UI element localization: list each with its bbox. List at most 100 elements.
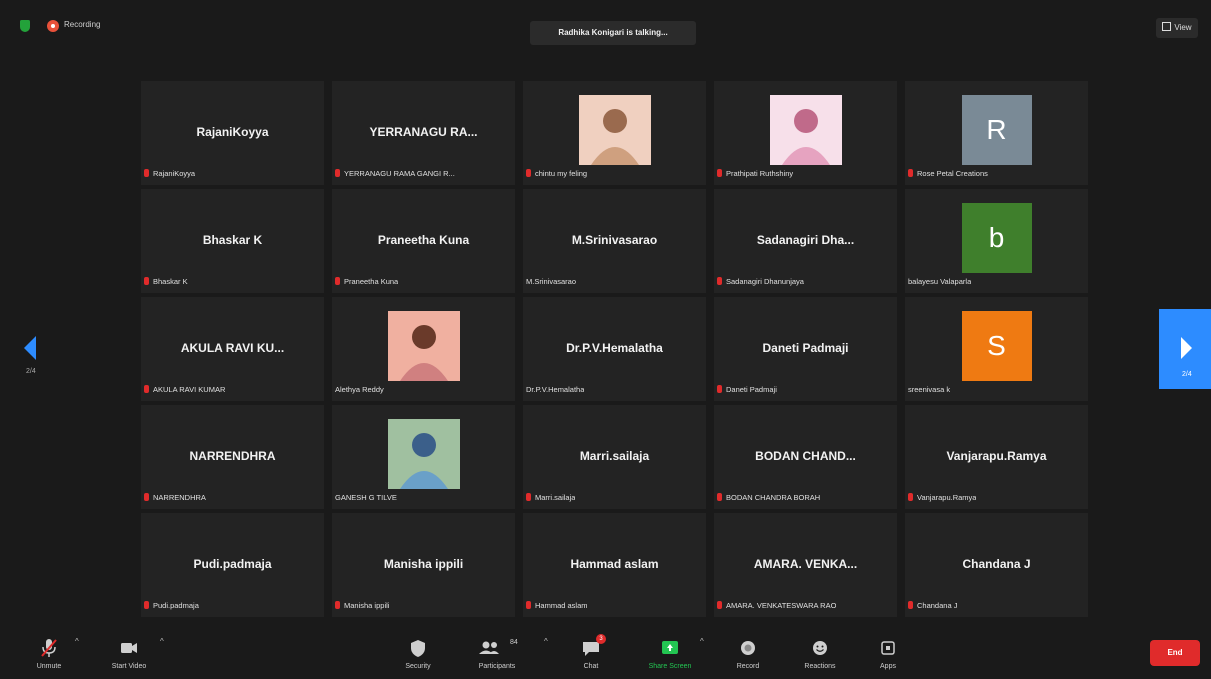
participant-tile[interactable]: Ssreenivasa k <box>905 297 1088 401</box>
apps-label: Apps <box>880 663 896 670</box>
participant-display-name: Chandana J <box>962 557 1031 571</box>
participant-tile[interactable]: Marri.sailaja Marri.sailaja <box>523 405 706 509</box>
mic-muted-icon <box>144 385 149 393</box>
view-button[interactable]: View <box>1156 18 1198 38</box>
participant-tile[interactable]: Chandana J Chandana J <box>905 513 1088 617</box>
participant-display-name: Hammad aslam <box>570 557 659 571</box>
audio-options-caret[interactable]: ^ <box>75 637 79 646</box>
shield-icon <box>383 637 453 659</box>
recording-label: Recording <box>64 20 101 29</box>
next-page-button[interactable]: 2/4 <box>1159 309 1211 389</box>
participant-label: Rose Petal Creations <box>908 168 988 180</box>
participant-tile[interactable]: NARRENDHRA NARRENDHRA <box>141 405 324 509</box>
recording-icon[interactable] <box>47 20 59 32</box>
mic-muted-icon <box>717 169 722 177</box>
participant-label: Hammad aslam <box>526 600 588 612</box>
reactions-button[interactable]: Reactions <box>785 637 855 670</box>
participant-label: Prathipati Ruthshiny <box>717 168 793 180</box>
mic-muted-icon <box>717 601 722 609</box>
security-button[interactable]: Security <box>383 637 453 670</box>
participant-display-name: Pudi.padmaja <box>193 557 272 571</box>
participant-label-text: Manisha ippili <box>344 601 390 610</box>
participant-tile[interactable]: M.Srinivasarao M.Srinivasarao <box>523 189 706 293</box>
view-label: View <box>1174 23 1192 32</box>
mic-muted-icon <box>335 277 340 285</box>
participant-tile[interactable]: Praneetha Kuna Praneetha Kuna <box>332 189 515 293</box>
participant-tile[interactable]: Bhaskar K Bhaskar K <box>141 189 324 293</box>
participant-tile[interactable]: AMARA. VENKA... AMARA. VENKATESWARA RAO <box>714 513 897 617</box>
participant-display-name: Daneti Padmaji <box>762 341 849 355</box>
participant-tile[interactable]: Vanjarapu.Ramya Vanjarapu.Ramya <box>905 405 1088 509</box>
unmute-button[interactable]: Unmute <box>14 637 84 670</box>
participants-options-caret[interactable]: ^ <box>544 637 548 646</box>
participant-tile[interactable]: Alethya Reddy <box>332 297 515 401</box>
participant-avatar: R <box>961 95 1032 165</box>
participant-label-text: NARRENDHRA <box>153 493 206 502</box>
participant-tile[interactable]: Hammad aslam Hammad aslam <box>523 513 706 617</box>
chat-button[interactable]: 3 Chat <box>556 634 626 670</box>
participant-avatar: S <box>961 311 1032 381</box>
participant-tile[interactable]: Pudi.padmaja Pudi.padmaja <box>141 513 324 617</box>
participant-display-name: Vanjarapu.Ramya <box>946 449 1047 463</box>
participant-tile[interactable]: AKULA RAVI KU... AKULA RAVI KUMAR <box>141 297 324 401</box>
participant-label: RajaniKoyya <box>144 168 195 180</box>
participant-tile[interactable]: Prathipati Ruthshiny <box>714 81 897 185</box>
participant-tile[interactable]: Manisha ippili Manisha ippili <box>332 513 515 617</box>
participant-tile[interactable]: RajaniKoyya RajaniKoyya <box>141 81 324 185</box>
participant-tile[interactable]: GANESH G TILVE <box>332 405 515 509</box>
participant-display-name: Marri.sailaja <box>579 449 650 463</box>
participant-display-name: M.Srinivasarao <box>571 233 658 247</box>
video-off-icon <box>94 637 164 659</box>
reactions-label: Reactions <box>804 663 836 670</box>
participant-tile[interactable]: Dr.P.V.Hemalatha Dr.P.V.Hemalatha <box>523 297 706 401</box>
participant-label: GANESH G TILVE <box>335 492 397 504</box>
participants-button[interactable]: 84 Participants <box>462 637 532 670</box>
start-video-button[interactable]: Start Video <box>94 637 164 670</box>
meeting-top-bar: Recording Radhika Konigari is talking...… <box>0 0 1211 62</box>
reactions-icon <box>785 637 855 659</box>
arrow-right-icon <box>1181 337 1192 359</box>
participant-label: Dr.P.V.Hemalatha <box>526 384 584 396</box>
record-icon <box>713 637 783 659</box>
participant-label: Alethya Reddy <box>335 384 384 396</box>
share-options-caret[interactable]: ^ <box>700 637 704 646</box>
participant-label-text: Prathipati Ruthshiny <box>726 169 794 178</box>
shield-icon[interactable] <box>20 20 30 32</box>
participant-label-text: AMARA. VENKATESWARA RAO <box>726 601 837 610</box>
participant-label: BODAN CHANDRA BORAH <box>717 492 820 504</box>
previous-page-button[interactable]: 2/4 <box>16 330 46 384</box>
video-options-caret[interactable]: ^ <box>160 637 164 646</box>
participant-tile[interactable]: YERRANAGU RA... YERRANAGU RAMA GANGI R... <box>332 81 515 185</box>
participant-label-text: Daneti Padmaji <box>726 385 777 394</box>
share-screen-label: Share Screen <box>648 663 692 670</box>
participant-label: sreenivasa k <box>908 384 950 396</box>
participant-label-text: AKULA RAVI KUMAR <box>153 385 226 394</box>
record-button[interactable]: Record <box>713 637 783 670</box>
participant-label: Manisha ippili <box>335 600 389 612</box>
participant-display-name: RajaniKoyya <box>196 125 269 139</box>
participant-label: Sadanagiri Dhanunjaya <box>717 276 804 288</box>
unmute-label: Unmute <box>36 663 62 670</box>
participant-display-name: BODAN CHAND... <box>755 449 856 463</box>
participant-tile[interactable]: Daneti Padmaji Daneti Padmaji <box>714 297 897 401</box>
participant-label-text: sreenivasa k <box>908 385 951 394</box>
apps-button[interactable]: Apps <box>853 637 923 670</box>
grid-view-icon <box>1162 22 1172 31</box>
share-screen-button[interactable]: Share Screen <box>635 637 705 670</box>
participant-label: Bhaskar K <box>144 276 188 288</box>
participant-tile[interactable]: b balayesu Valaparla <box>905 189 1088 293</box>
participant-tile[interactable]: BODAN CHAND... BODAN CHANDRA BORAH <box>714 405 897 509</box>
participant-avatar: b <box>961 203 1032 273</box>
end-meeting-button[interactable]: End <box>1150 640 1200 666</box>
mic-muted-icon <box>717 277 722 285</box>
participant-label-text: BODAN CHANDRA BORAH <box>726 493 821 502</box>
participant-label-text: M.Srinivasarao <box>526 277 577 286</box>
participant-label: Pudi.padmaja <box>144 600 199 612</box>
participant-label: Marri.sailaja <box>526 492 575 504</box>
participant-photo <box>578 95 651 165</box>
participant-tile[interactable]: Sadanagiri Dha... Sadanagiri Dhanunjaya <box>714 189 897 293</box>
participant-tile[interactable]: R Rose Petal Creations <box>905 81 1088 185</box>
participant-tile[interactable]: chintu my feling <box>523 81 706 185</box>
chat-badge: 3 <box>596 634 606 644</box>
chat-label: Chat <box>583 663 599 670</box>
